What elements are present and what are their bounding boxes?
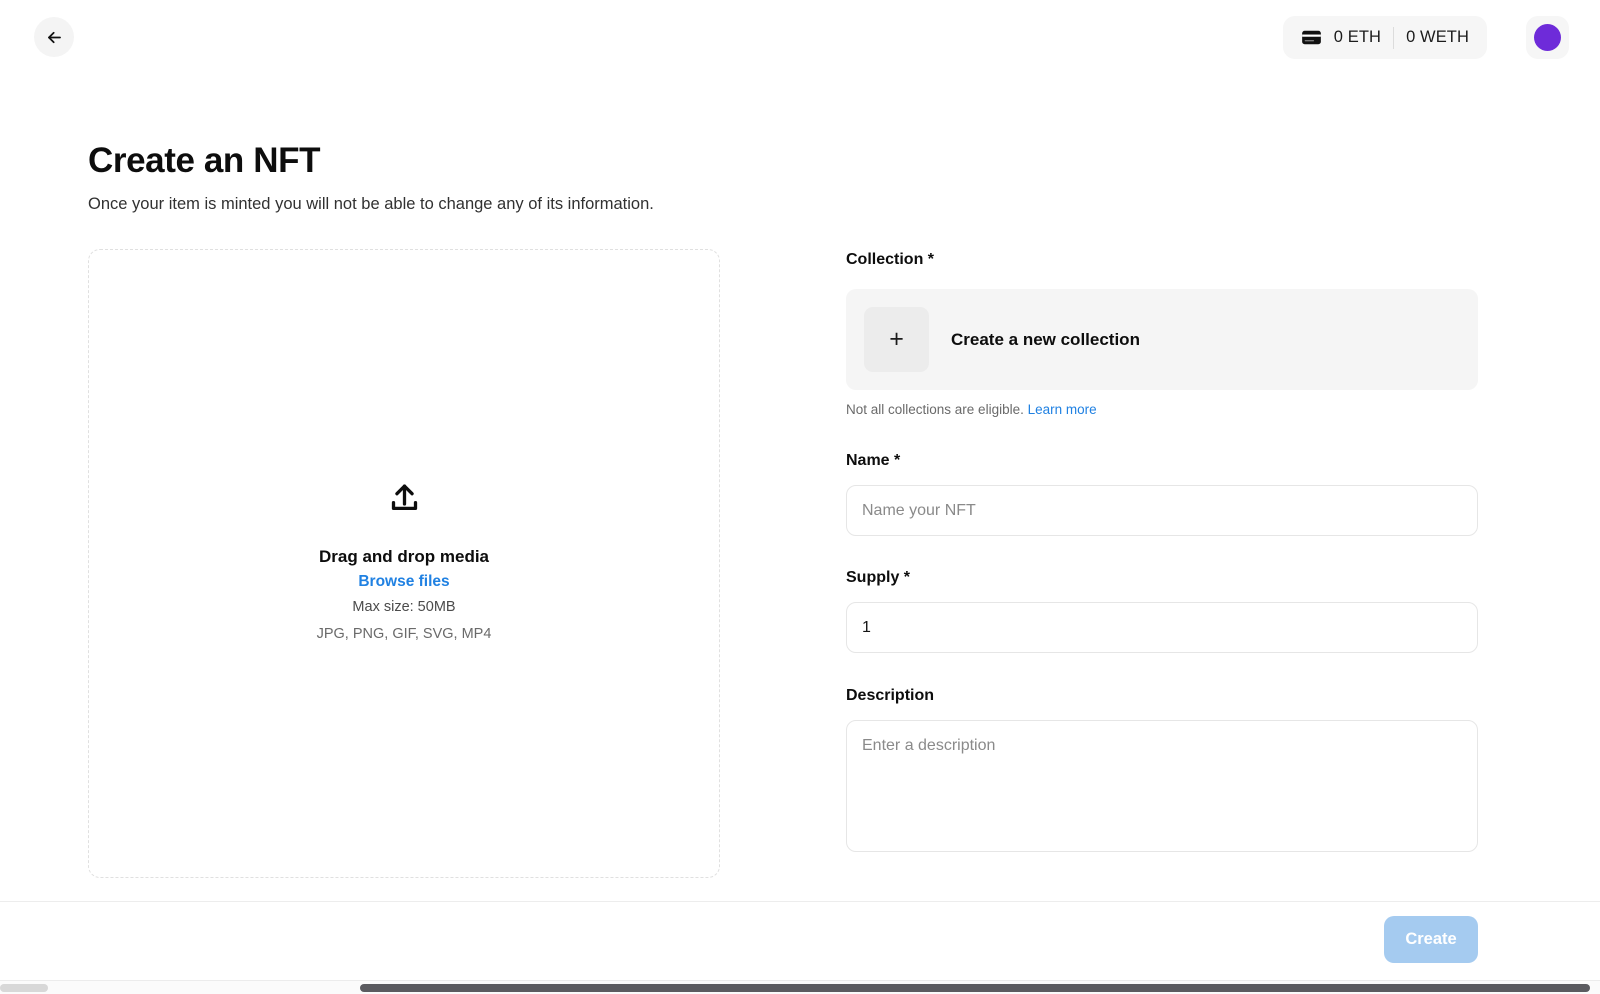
page-heading: Create an NFT Once your item is minted y… bbox=[88, 139, 988, 215]
supply-input[interactable] bbox=[846, 602, 1478, 653]
balance-divider bbox=[1393, 27, 1394, 49]
plus-icon: + bbox=[889, 327, 904, 352]
media-dropzone[interactable]: Drag and drop media Browse files Max siz… bbox=[88, 249, 720, 878]
collection-field: Collection * + Create a new collection N… bbox=[846, 249, 1478, 419]
eligibility-text: Not all collections are eligible. bbox=[846, 402, 1024, 417]
arrow-left-icon bbox=[45, 28, 64, 47]
name-field: Name * bbox=[846, 450, 1478, 536]
description-field: Description bbox=[846, 685, 1478, 857]
horizontal-scrollbar[interactable] bbox=[0, 980, 1600, 994]
create-button[interactable]: Create bbox=[1384, 916, 1478, 963]
page-subtitle: Once your item is minted you will not be… bbox=[88, 193, 988, 215]
dropzone-formats: JPG, PNG, GIF, SVG, MP4 bbox=[317, 624, 492, 645]
learn-more-link[interactable]: Learn more bbox=[1028, 402, 1097, 417]
weth-balance: 0 WETH bbox=[1406, 28, 1469, 47]
page-title: Create an NFT bbox=[88, 139, 988, 183]
name-label: Name * bbox=[846, 450, 1478, 472]
collection-eligibility-note: Not all collections are eligible. Learn … bbox=[846, 401, 1478, 419]
upload-icon bbox=[388, 482, 421, 520]
dropzone-max-size: Max size: 50MB bbox=[352, 597, 455, 618]
footer-bar: Create bbox=[0, 902, 1600, 980]
wallet-icon bbox=[1301, 29, 1322, 46]
supply-label: Supply * bbox=[846, 567, 1478, 589]
plus-icon-box: + bbox=[864, 307, 929, 372]
dropzone-title: Drag and drop media bbox=[319, 545, 489, 568]
horizontal-scrollbar-thumb[interactable] bbox=[360, 984, 1590, 992]
supply-field: Supply * bbox=[846, 567, 1478, 653]
create-new-collection-label: Create a new collection bbox=[951, 330, 1140, 350]
description-input[interactable] bbox=[846, 720, 1478, 852]
browse-files-link[interactable]: Browse files bbox=[358, 573, 449, 591]
scrollbar-track-left bbox=[0, 984, 48, 992]
name-input[interactable] bbox=[846, 485, 1478, 536]
create-nft-page: 0 ETH 0 WETH Create an NFT Once your ite… bbox=[0, 0, 1600, 994]
account-avatar-button[interactable] bbox=[1526, 16, 1569, 59]
create-new-collection-card[interactable]: + Create a new collection bbox=[846, 289, 1478, 390]
back-button[interactable] bbox=[34, 17, 74, 57]
collection-label: Collection * bbox=[846, 249, 1478, 271]
wallet-balance-pill[interactable]: 0 ETH 0 WETH bbox=[1283, 16, 1487, 59]
description-label: Description bbox=[846, 685, 1478, 707]
eth-balance: 0 ETH bbox=[1334, 28, 1381, 47]
avatar bbox=[1534, 24, 1561, 51]
nft-form: Collection * + Create a new collection N… bbox=[846, 249, 1478, 857]
top-bar: 0 ETH 0 WETH bbox=[0, 0, 1600, 76]
